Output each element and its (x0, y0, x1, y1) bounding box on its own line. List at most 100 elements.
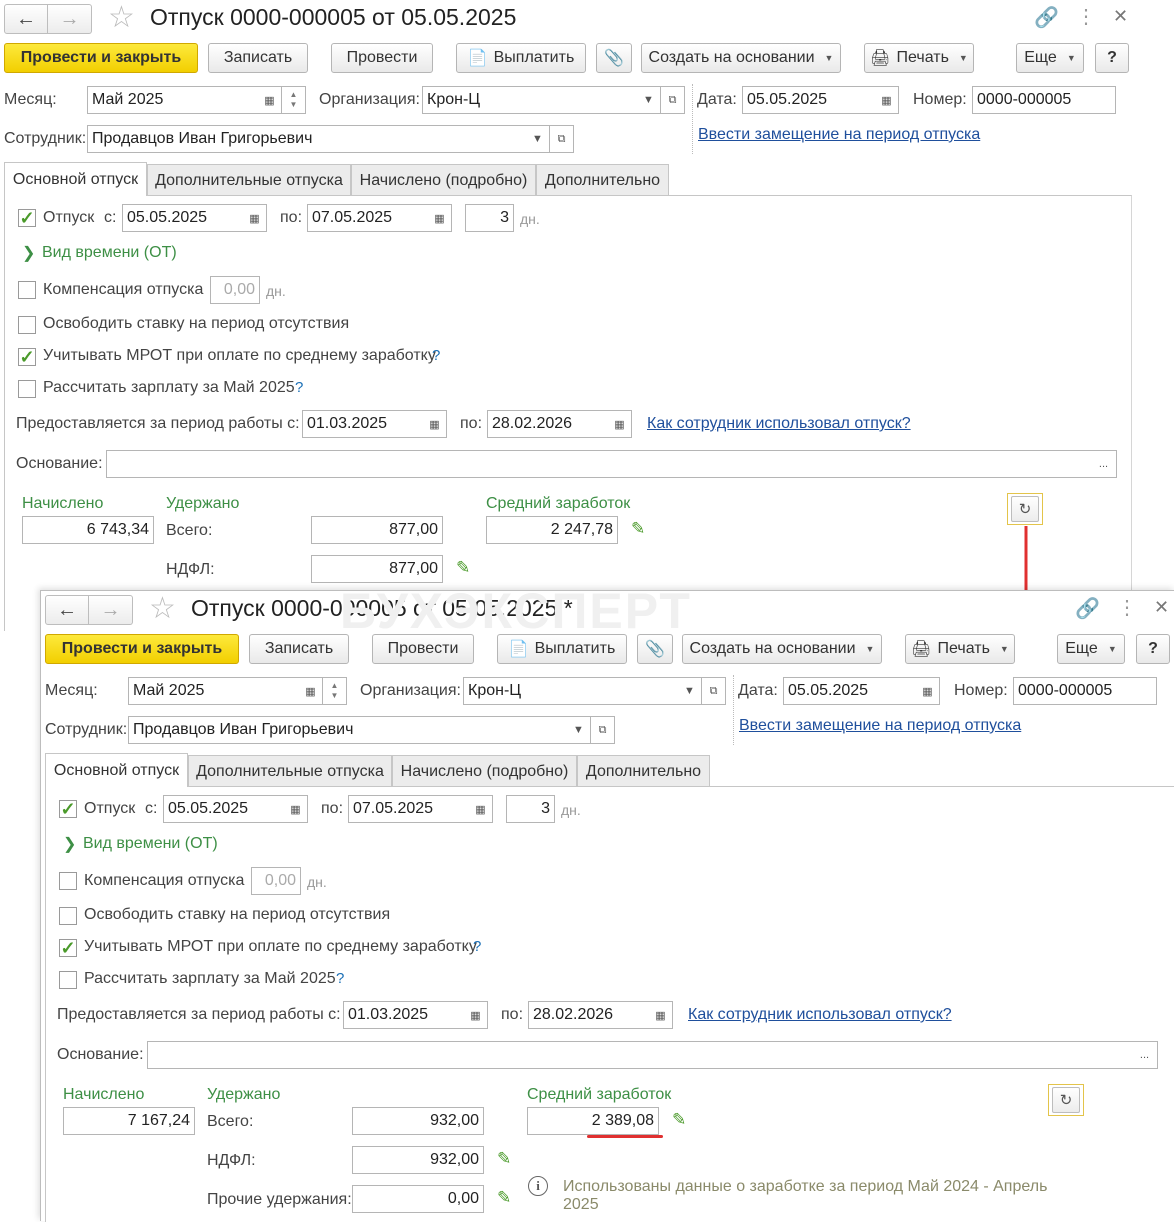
calendar-icon[interactable]: ▦ (875, 86, 899, 114)
tab-accrued-detailed[interactable]: Начислено (подробно) (392, 755, 577, 787)
calc-salary-help-icon[interactable]: ? (295, 379, 303, 396)
pencil-icon[interactable]: ✎ (456, 558, 470, 578)
pencil-icon[interactable]: ✎ (497, 1149, 511, 1169)
pencil-icon[interactable]: ✎ (631, 519, 645, 539)
time-type-toggle[interactable]: Вид времени (ОТ) (42, 244, 177, 262)
substitute-link[interactable]: Ввести замещение на период отпуска (739, 717, 1021, 735)
calc-salary-help-icon[interactable]: ? (336, 970, 344, 987)
more-icon[interactable]: ⋮ (1076, 4, 1096, 29)
period-from-field[interactable]: 01.03.2025 (343, 1001, 465, 1029)
vacation-checkbox[interactable]: ✓ (18, 209, 36, 227)
save-button[interactable]: Записать (249, 634, 349, 664)
tab-main-vacation[interactable]: Основной отпуск (45, 753, 188, 787)
more-button[interactable]: Еще ▼ (1057, 634, 1125, 664)
post-button[interactable]: Провести (372, 634, 474, 664)
pencil-icon[interactable]: ✎ (497, 1188, 511, 1208)
back-arrow-icon[interactable]: ← (4, 4, 48, 34)
post-and-close-button[interactable]: Провести и закрыть (45, 634, 239, 664)
link-icon[interactable]: 🔗 (1034, 5, 1059, 30)
more-button[interactable]: Еще ▼ (1016, 43, 1084, 73)
period-to-field[interactable]: 28.02.2026 (487, 410, 609, 438)
back-arrow-icon[interactable]: ← (45, 595, 89, 625)
calendar-icon[interactable]: ▦ (464, 1001, 488, 1029)
calendar-icon[interactable]: ▦ (649, 1001, 673, 1029)
usage-link[interactable]: Как сотрудник использовал отпуск? (647, 415, 911, 433)
post-and-close-button[interactable]: Провести и закрыть (4, 43, 198, 73)
tab-additional-vacations[interactable]: Дополнительные отпуска (147, 164, 351, 196)
organization-field[interactable]: Крон-Ц (463, 677, 679, 705)
mrot-checkbox[interactable]: ✓ (18, 348, 36, 366)
help-button[interactable]: ? (1095, 43, 1129, 73)
calendar-icon[interactable]: ▦ (469, 795, 493, 823)
vacation-from-field[interactable]: 05.05.2025 (163, 795, 285, 823)
compensation-days-field[interactable]: 0,00 (210, 276, 260, 304)
vacation-checkbox[interactable]: ✓ (59, 800, 77, 818)
month-field[interactable]: Май 2025 (87, 86, 259, 114)
pencil-icon[interactable]: ✎ (672, 1110, 686, 1130)
basis-field[interactable] (106, 450, 1092, 478)
organization-field[interactable]: Крон-Ц (422, 86, 638, 114)
pay-button[interactable]: 📄 Выплатить (497, 634, 627, 664)
release-rate-checkbox[interactable] (18, 316, 36, 334)
refresh-button[interactable]: ↻ (1007, 493, 1043, 525)
chevron-down-icon[interactable]: ▼ (637, 86, 661, 114)
basis-select-button[interactable]: ... (1091, 450, 1117, 478)
close-icon[interactable]: ✕ (1154, 597, 1169, 618)
release-rate-checkbox[interactable] (59, 907, 77, 925)
usage-link[interactable]: Как сотрудник использовал отпуск? (688, 1006, 952, 1024)
calendar-icon[interactable]: ▦ (258, 86, 282, 114)
mrot-checkbox[interactable]: ✓ (59, 939, 77, 957)
forward-arrow-icon[interactable]: → (48, 4, 92, 34)
chevron-right-icon[interactable]: ❯ (63, 834, 76, 854)
calendar-icon[interactable]: ▦ (608, 410, 632, 438)
chevron-down-icon[interactable]: ▼ (567, 716, 591, 744)
calc-salary-checkbox[interactable] (18, 380, 36, 398)
star-icon[interactable]: ☆ (108, 0, 135, 35)
number-field[interactable]: 0000-000005 (972, 86, 1116, 114)
post-button[interactable]: Провести (331, 43, 433, 73)
calendar-icon[interactable]: ▦ (299, 677, 323, 705)
calendar-icon[interactable]: ▦ (284, 795, 308, 823)
open-icon[interactable]: ⧉ (550, 125, 574, 153)
tab-additional[interactable]: Дополнительно (536, 164, 669, 196)
basis-field[interactable] (147, 1041, 1133, 1069)
tab-additional-vacations[interactable]: Дополнительные отпуска (188, 755, 392, 787)
time-type-toggle[interactable]: Вид времени (ОТ) (83, 835, 218, 853)
tab-additional[interactable]: Дополнительно (577, 755, 710, 787)
days-field[interactable]: 3 (506, 795, 555, 823)
chevron-right-icon[interactable]: ❯ (22, 243, 35, 263)
compensation-days-field[interactable]: 0,00 (251, 867, 301, 895)
print-button[interactable]: 🖨 Печать ▼ (864, 43, 974, 73)
forward-arrow-icon[interactable]: → (89, 595, 133, 625)
date-field[interactable]: 05.05.2025 (742, 86, 876, 114)
save-button[interactable]: Записать (208, 43, 308, 73)
open-icon[interactable]: ⧉ (702, 677, 726, 705)
employee-field[interactable]: Продавцов Иван Григорьевич (87, 125, 527, 153)
compensation-checkbox[interactable] (18, 281, 36, 299)
calendar-icon[interactable]: ▦ (423, 410, 447, 438)
period-to-field[interactable]: 28.02.2026 (528, 1001, 650, 1029)
calc-salary-checkbox[interactable] (59, 971, 77, 989)
pay-button[interactable]: 📄 Выплатить (456, 43, 586, 73)
compensation-checkbox[interactable] (59, 872, 77, 890)
tab-main-vacation[interactable]: Основной отпуск (4, 162, 147, 196)
refresh-button[interactable]: ↻ (1048, 1084, 1084, 1116)
print-button[interactable]: 🖨 Печать ▼ (905, 634, 1015, 664)
period-from-field[interactable]: 01.03.2025 (302, 410, 424, 438)
calendar-icon[interactable]: ▦ (243, 204, 267, 232)
more-icon[interactable]: ⋮ (1117, 595, 1137, 620)
substitute-link[interactable]: Ввести замещение на период отпуска (698, 126, 980, 144)
mrot-help-icon[interactable]: ? (473, 938, 481, 955)
vacation-to-field[interactable]: 07.05.2025 (307, 204, 429, 232)
number-field[interactable]: 0000-000005 (1013, 677, 1157, 705)
month-spinner[interactable]: ▲ ▼ (282, 86, 306, 114)
vacation-to-field[interactable]: 07.05.2025 (348, 795, 470, 823)
open-icon[interactable]: ⧉ (661, 86, 685, 114)
employee-field[interactable]: Продавцов Иван Григорьевич (128, 716, 568, 744)
month-spinner[interactable]: ▲ ▼ (323, 677, 347, 705)
star-icon[interactable]: ☆ (149, 591, 176, 626)
date-field[interactable]: 05.05.2025 (783, 677, 917, 705)
create-based-button[interactable]: Создать на основании ▼ (641, 43, 841, 73)
calendar-icon[interactable]: ▦ (428, 204, 452, 232)
create-based-button[interactable]: Создать на основании ▼ (682, 634, 882, 664)
